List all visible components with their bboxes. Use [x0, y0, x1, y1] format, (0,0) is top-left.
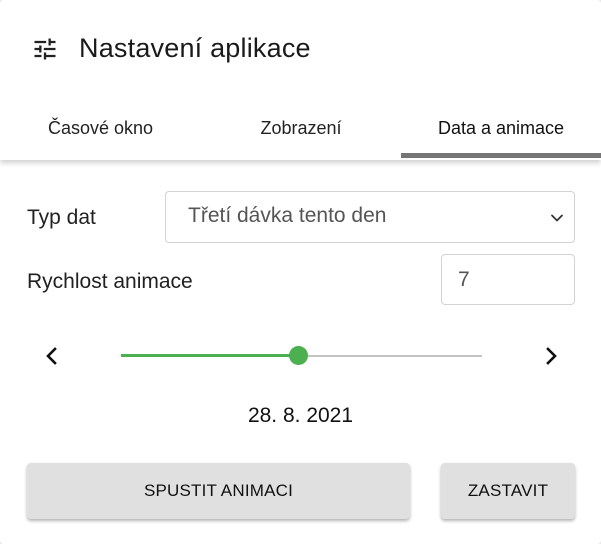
slider-track-filled — [121, 354, 298, 357]
chevron-down-icon — [551, 214, 563, 222]
data-type-selected-value: Třetí dávka tento den — [188, 204, 387, 227]
animation-speed-label: Rychlost animace — [27, 270, 193, 293]
data-type-label: Typ dat — [27, 206, 96, 229]
tab-bar: Časové okno Zobrazení Data a animace — [0, 96, 601, 160]
chevron-left-icon[interactable] — [42, 345, 62, 367]
current-date: 28. 8. 2021 — [247, 404, 354, 427]
stop-button[interactable]: ZASTAVIT — [441, 463, 575, 519]
start-animation-button[interactable]: SPUSTIT ANIMACI — [27, 463, 410, 519]
tab-data-animation[interactable]: Data a animace — [401, 96, 601, 160]
slider-thumb[interactable] — [289, 346, 308, 365]
dialog-title: Nastavení aplikace — [79, 33, 311, 63]
tab-time-window[interactable]: Časové okno — [0, 96, 201, 160]
tune-icon — [34, 38, 56, 60]
data-type-select[interactable]: Třetí dávka tento den — [165, 191, 575, 243]
timeline-slider[interactable] — [121, 346, 482, 366]
chevron-right-icon[interactable] — [541, 345, 561, 367]
settings-dialog: Nastavení aplikace Časové okno Zobrazení… — [0, 0, 601, 544]
active-tab-indicator — [401, 153, 601, 158]
tab-display[interactable]: Zobrazení — [201, 96, 401, 160]
dialog-header: Nastavení aplikace Časové okno Zobrazení… — [0, 0, 601, 160]
animation-speed-input[interactable] — [441, 254, 575, 305]
